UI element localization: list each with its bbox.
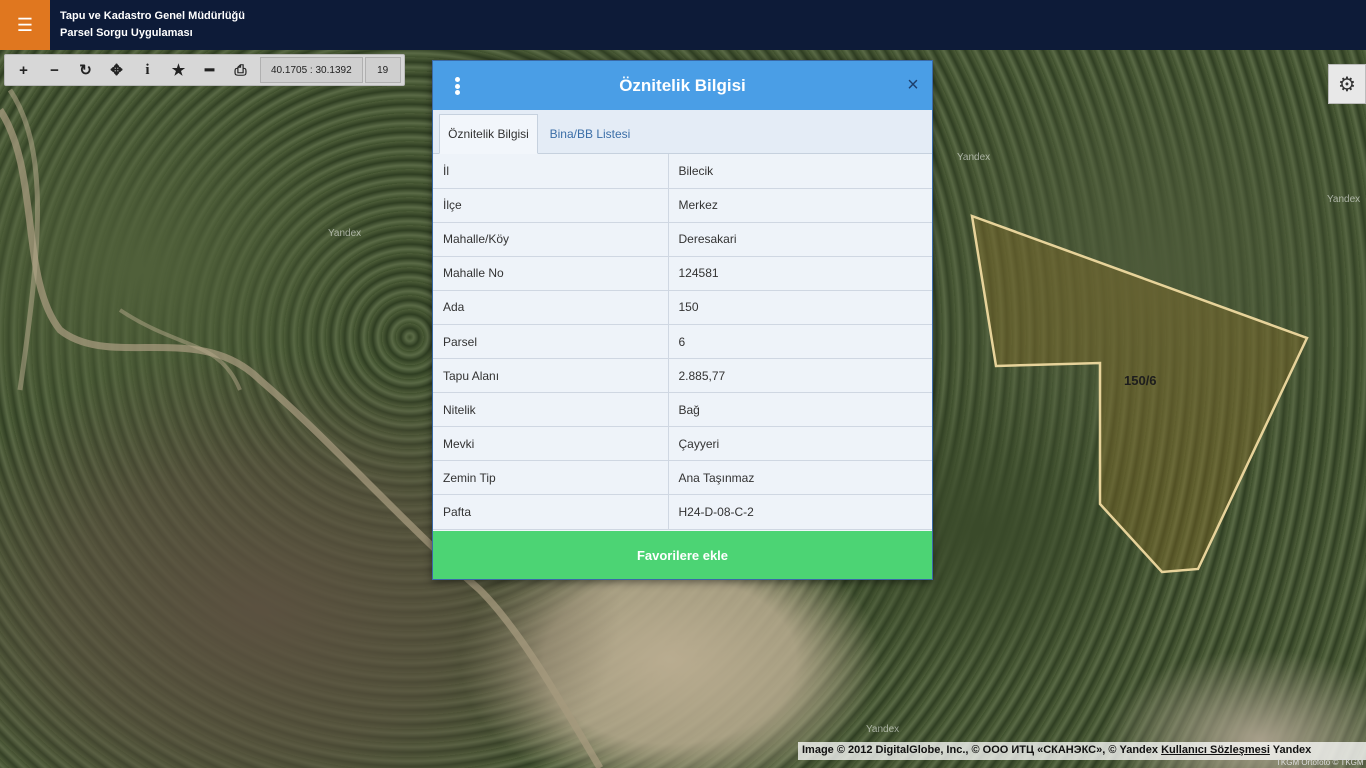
table-row: Tapu Alanı 2.885,77 bbox=[433, 358, 932, 394]
table-row: Mevki Çayyeri bbox=[433, 426, 932, 462]
attribute-key: Ada bbox=[433, 290, 669, 325]
attribute-key: Mahalle No bbox=[433, 256, 669, 291]
yandex-watermark: Yandex bbox=[328, 228, 362, 239]
settings-button[interactable]: ⚙ bbox=[1328, 64, 1366, 104]
attribute-value: H24-D-08-C-2 bbox=[668, 494, 932, 530]
info-icon: i bbox=[145, 61, 150, 78]
favorites-button[interactable]: ★ bbox=[163, 56, 194, 84]
table-row: Pafta H24-D-08-C-2 bbox=[433, 494, 932, 530]
top-bar: ☰ Tapu ve Kadastro Genel Müdürlüğü Parse… bbox=[0, 0, 1366, 50]
attribute-table: İl Bilecik İlçe Merkez Mahalle/Köy Deresaka… bbox=[433, 154, 932, 530]
add-to-favorites-button[interactable]: Favorilere ekle bbox=[433, 531, 932, 579]
app-title-line2: Parsel Sorgu Uygulaması bbox=[60, 27, 193, 39]
table-row: Zemin Tip Ana Taşınmaz bbox=[433, 460, 932, 496]
dialog-title: Öznitelik Bilgisi bbox=[619, 76, 746, 95]
attribute-key: Tapu Alanı bbox=[433, 358, 669, 394]
parcel-polygon[interactable] bbox=[970, 214, 1309, 574]
yandex-watermark: Yandex bbox=[866, 724, 900, 735]
print-button[interactable]: ⎙ bbox=[225, 56, 256, 84]
coordinates-readout: 40.1705 : 30.1392 bbox=[260, 57, 363, 83]
map-toolbar: + − ↻ ✥ i ★ ━ ⎙ 40.1705 : 30.1392 19 bbox=[4, 54, 405, 86]
attribution-text: Image © 2012 DigitalGlobe, Inc., © ООО И… bbox=[802, 744, 1162, 756]
star-icon: ★ bbox=[171, 62, 186, 79]
attribute-value: 2.885,77 bbox=[668, 358, 932, 394]
tkgm-credit: TKGM Ortofoto © TKGM bbox=[1276, 758, 1364, 767]
locate-button[interactable]: ✥ bbox=[101, 56, 132, 84]
attribute-value: Merkez bbox=[668, 188, 932, 223]
zoom-out-button[interactable]: − bbox=[39, 56, 70, 84]
app-title-line1: Tapu ve Kadastro Genel Müdürlüğü bbox=[60, 10, 245, 22]
refresh-icon: ↻ bbox=[79, 62, 92, 79]
attribute-key: Parsel bbox=[433, 324, 669, 360]
locate-icon: ✥ bbox=[110, 62, 123, 79]
attribute-key: Mevki bbox=[433, 426, 669, 462]
attribute-key: Mahalle/Köy bbox=[433, 222, 669, 257]
table-row: Nitelik Bağ bbox=[433, 392, 932, 428]
table-row: Ada 150 bbox=[433, 290, 932, 325]
measure-icon: ━ bbox=[204, 62, 215, 79]
dialog-header: Öznitelik Bilgisi × bbox=[433, 61, 932, 110]
attribute-value: Bilecik bbox=[668, 154, 932, 189]
print-icon: ⎙ bbox=[234, 61, 247, 79]
table-row: İl Bilecik bbox=[433, 154, 932, 189]
attribute-key: İl bbox=[433, 154, 669, 189]
attribute-value: Ana Taşınmaz bbox=[668, 460, 932, 496]
refresh-button[interactable]: ↻ bbox=[70, 56, 101, 84]
zoom-in-icon: + bbox=[19, 61, 28, 79]
measure-button[interactable]: ━ bbox=[194, 56, 225, 84]
attribute-value: Bağ bbox=[668, 392, 932, 428]
zoom-in-button[interactable]: + bbox=[8, 56, 39, 84]
zoom-level-readout: 19 bbox=[364, 57, 401, 83]
close-icon[interactable]: × bbox=[903, 75, 923, 95]
tab-building-list[interactable]: Bina/BB Listesi bbox=[539, 114, 641, 154]
attribution-suffix: Yandex bbox=[1269, 744, 1312, 756]
attribute-value: 124581 bbox=[668, 256, 932, 291]
table-row: İlçe Merkez bbox=[433, 188, 932, 223]
attribute-key: Zemin Tip bbox=[433, 460, 669, 496]
yandex-watermark: Yandex bbox=[957, 152, 991, 163]
yandex-watermark: Yandex bbox=[1327, 194, 1361, 205]
attribute-value: Deresakari bbox=[668, 222, 932, 257]
attribute-key: İlçe bbox=[433, 188, 669, 223]
zoom-out-icon: − bbox=[50, 61, 59, 79]
dialog-tabs: Öznitelik Bilgisi Bina/BB Listesi bbox=[433, 110, 932, 154]
table-row: Mahalle/Köy Deresakari bbox=[433, 222, 932, 257]
attribute-key: Nitelik bbox=[433, 392, 669, 428]
terms-link[interactable]: Kullanıcı Sözleşmesi bbox=[1161, 744, 1270, 756]
table-row: Mahalle No 124581 bbox=[433, 256, 932, 291]
attribute-value: 150 bbox=[668, 290, 932, 325]
info-button[interactable]: i bbox=[132, 56, 163, 84]
attribute-dialog: Öznitelik Bilgisi × Öznitelik Bilgisi Bi… bbox=[432, 60, 933, 580]
attribute-value: 6 bbox=[668, 324, 932, 360]
kebab-menu-icon[interactable] bbox=[447, 74, 467, 98]
hamburger-icon: ☰ bbox=[16, 14, 34, 35]
parcel-label: 150/6 bbox=[1124, 373, 1157, 388]
app-title: Tapu ve Kadastro Genel Müdürlüğü Parsel … bbox=[60, 8, 245, 42]
tab-attribute-info[interactable]: Öznitelik Bilgisi bbox=[439, 114, 538, 154]
table-row: Parsel 6 bbox=[433, 324, 932, 360]
gear-icon: ⚙ bbox=[1338, 73, 1356, 96]
menu-button[interactable]: ☰ bbox=[0, 0, 50, 50]
attribute-value: Çayyeri bbox=[668, 426, 932, 462]
attribute-key: Pafta bbox=[433, 494, 669, 530]
